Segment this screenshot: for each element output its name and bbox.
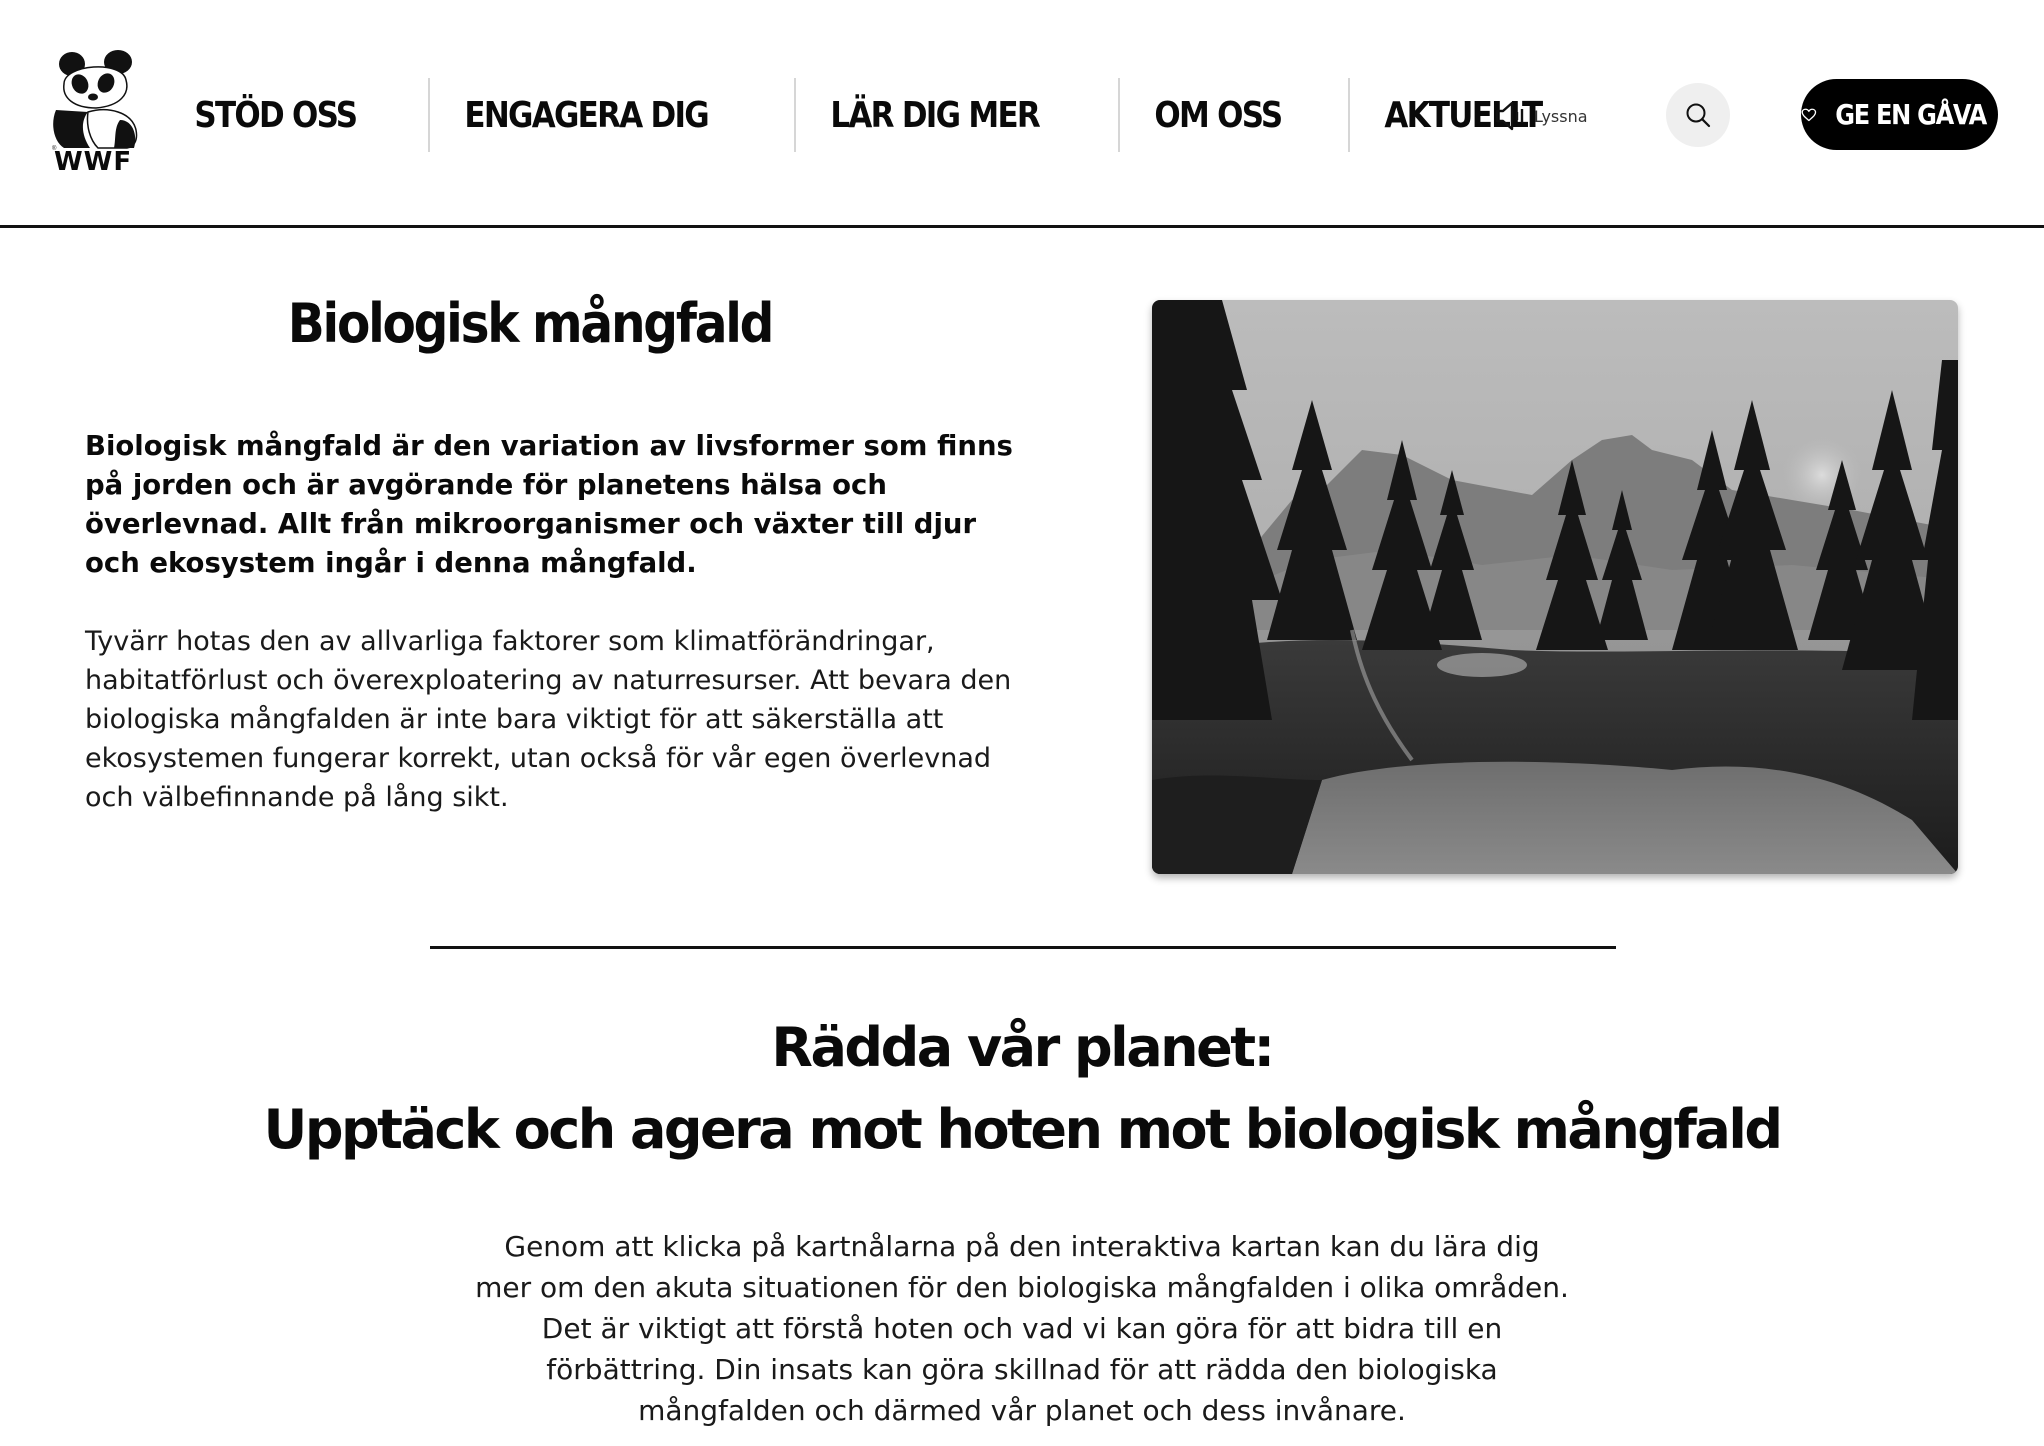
search-button[interactable]	[1666, 83, 1730, 147]
threats-title-line1: Rädda vår planet:	[771, 1016, 1275, 1079]
forest-mountain-photo	[1152, 300, 1958, 874]
site-header: ® ® WWF STÖD OSS ENGAGERA DIG LÄR DIG ME…	[0, 0, 2044, 228]
section-divider	[430, 946, 1616, 949]
speaker-icon	[1495, 101, 1524, 131]
svg-text:®: ®	[130, 133, 135, 140]
threats-title-line2: Upptäck och agera mot hoten mot biologis…	[263, 1098, 1783, 1161]
nav-item-stod-oss[interactable]: STÖD OSS	[160, 95, 391, 136]
panda-logo-icon: ® ®	[52, 50, 138, 152]
main-nav: STÖD OSS ENGAGERA DIG LÄR DIG MER OM OSS…	[160, 78, 1613, 152]
listen-button[interactable]: Lyssna	[1494, 100, 1588, 132]
threats-body-text: Genom att klicka på kartnålarna på den i…	[475, 1230, 1569, 1427]
intro-body-text: Tyvärr hotas den av allvarliga faktorer …	[85, 626, 1012, 813]
logo-text: WWF	[54, 147, 133, 177]
intro-lead-text: Biologisk mångfald är den variation av l…	[85, 430, 1013, 579]
heart-icon	[1801, 108, 1817, 121]
page-title: Biologisk mångfald	[287, 292, 775, 355]
nav-item-engagera-dig[interactable]: ENGAGERA DIG	[430, 95, 742, 136]
give-gift-label: GE EN GÅVA	[1835, 98, 1987, 131]
nav-item-om-oss[interactable]: OM OSS	[1120, 95, 1316, 136]
search-icon	[1686, 103, 1711, 128]
give-gift-button[interactable]: GE EN GÅVA	[1801, 79, 1998, 150]
listen-label: Lyssna	[1534, 106, 1588, 126]
nav-item-lar-dig-mer[interactable]: LÄR DIG MER	[796, 95, 1073, 136]
